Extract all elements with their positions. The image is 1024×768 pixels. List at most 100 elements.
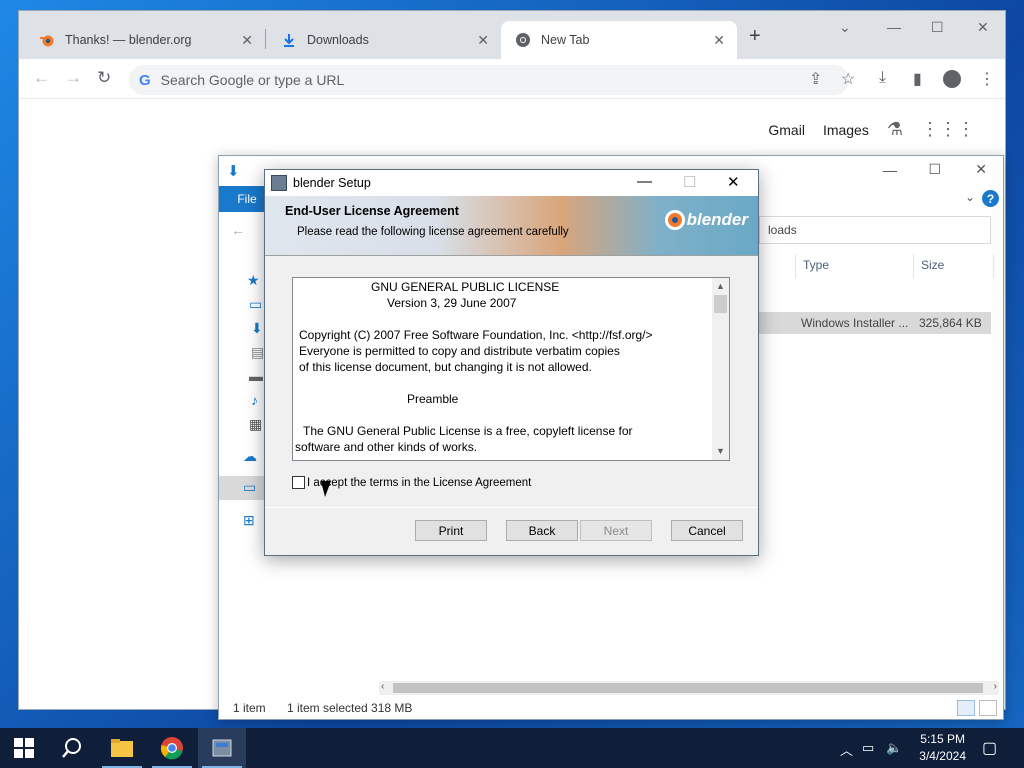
accept-terms-label[interactable]: I accept the terms in the License Agreem…	[307, 477, 531, 489]
search-icon	[62, 738, 81, 758]
back-arrow-icon[interactable]: ←	[231, 222, 245, 238]
desktop-folder-icon[interactable]: ▭	[249, 296, 262, 313]
images-link[interactable]: Images	[823, 122, 869, 138]
banner-heading: End-User License Agreement	[285, 204, 459, 218]
minimize-button[interactable]: —	[883, 162, 897, 178]
taskbar: ︿ ▭ 🔈 5:15 PM 3/4/2024 ▢	[0, 728, 1024, 768]
tab-strip: Thanks! — blender.org ✕ Downloads ✕ New …	[19, 11, 1005, 59]
close-window-button[interactable]: ✕	[975, 161, 987, 178]
column-divider[interactable]	[795, 254, 796, 278]
forward-arrow-icon[interactable]: →	[65, 68, 82, 88]
videos-folder-icon[interactable]: ▦	[249, 416, 262, 433]
music-folder-icon[interactable]: ♪	[251, 392, 258, 408]
horizontal-scrollbar[interactable]: ‹ ›	[379, 681, 999, 695]
this-pc-icon: ▭	[243, 479, 257, 495]
show-hidden-icons-icon[interactable]: ︿	[840, 740, 853, 759]
help-icon[interactable]: ?	[982, 190, 999, 207]
apps-grid-icon[interactable]: ⋮⋮⋮	[921, 119, 975, 140]
labs-flask-icon[interactable]: ⚗	[887, 119, 903, 140]
maximize-button[interactable]: ☐	[928, 161, 941, 178]
maximize-button[interactable]: ☐	[931, 19, 944, 36]
minimize-button[interactable]: —	[887, 19, 901, 35]
license-line: Version 3, 29 June 2007	[387, 296, 517, 310]
blender-setup-taskbar-button[interactable]	[198, 728, 246, 768]
chrome-taskbar-button[interactable]	[148, 728, 196, 768]
scrollbar-thumb[interactable]	[714, 295, 727, 313]
close-tab-icon[interactable]: ✕	[713, 32, 725, 49]
column-header-size[interactable]: Size	[921, 258, 944, 272]
installer-icon	[271, 175, 287, 191]
license-line: Preamble	[407, 392, 459, 406]
system-clock[interactable]: 5:15 PM 3/4/2024	[919, 731, 966, 765]
column-divider[interactable]	[913, 254, 914, 278]
item-count: 1 item	[233, 701, 266, 715]
blender-logo-icon	[664, 210, 685, 230]
tab-blender-thanks[interactable]: Thanks! — blender.org ✕	[25, 21, 265, 59]
scroll-left-icon[interactable]: ‹	[381, 681, 384, 692]
notifications-icon[interactable]: ▢	[982, 738, 997, 758]
bookmark-star-icon[interactable]: ☆	[841, 69, 855, 89]
new-tab-button[interactable]: +	[749, 25, 761, 48]
pictures-folder-icon[interactable]: ▬	[249, 368, 263, 384]
tab-divider	[265, 29, 266, 49]
next-button: Next	[580, 520, 652, 541]
menu-kebab-icon[interactable]: ⋮	[979, 69, 995, 89]
dialog-divider	[265, 507, 758, 508]
network-status-icon[interactable]: ▭	[862, 740, 874, 756]
download-icon	[281, 32, 297, 48]
close-window-button[interactable]: ✕	[977, 19, 989, 36]
omnibox[interactable]: G Search Google or type a URL	[129, 65, 849, 95]
quick-access-star-icon[interactable]: ★	[247, 272, 260, 289]
scroll-right-icon[interactable]: ›	[994, 681, 997, 692]
status-bar: 1 item 1 item selected 318 MB	[219, 697, 1003, 719]
clock-time: 5:15 PM	[920, 732, 965, 746]
scroll-down-icon[interactable]: ▼	[712, 443, 729, 460]
google-icon: G	[139, 71, 151, 89]
ntp-top-links: Gmail Images ⚗ ⋮⋮⋮	[750, 119, 975, 140]
clock-date: 3/4/2024	[919, 749, 966, 763]
column-divider[interactable]	[993, 254, 994, 278]
column-header-type[interactable]: Type	[803, 258, 829, 272]
license-text-box[interactable]: GNU GENERAL PUBLIC LICENSE Version 3, 29…	[292, 277, 730, 461]
network-icon[interactable]: ⊞	[243, 512, 255, 529]
profile-avatar-icon[interactable]	[943, 70, 961, 88]
folder-icon	[111, 739, 133, 757]
tab-new-tab[interactable]: New Tab ✕	[501, 21, 737, 59]
file-explorer-taskbar-button[interactable]	[98, 728, 146, 768]
details-view-icon[interactable]	[957, 700, 975, 716]
vertical-scrollbar[interactable]: ▲ ▼	[712, 278, 729, 460]
quick-access-down-icon: ⬇	[227, 163, 240, 180]
search-button[interactable]	[48, 728, 96, 768]
chevron-down-icon[interactable]: ⌄	[965, 190, 975, 204]
print-button[interactable]: Print	[415, 520, 487, 541]
onedrive-cloud-icon[interactable]: ☁	[243, 448, 257, 465]
close-dialog-button[interactable]: ✕	[727, 173, 740, 191]
close-tab-icon[interactable]: ✕	[477, 32, 489, 49]
gmail-link[interactable]: Gmail	[768, 122, 805, 138]
minimize-button[interactable]: —	[637, 173, 652, 190]
back-button[interactable]: Back	[506, 520, 578, 541]
share-icon[interactable]: ⇪	[809, 69, 822, 89]
file-type-cell: Windows Installer ...	[801, 316, 909, 330]
side-panel-icon[interactable]: ▮	[913, 69, 922, 89]
license-line: software and other kinds of works.	[295, 440, 478, 454]
close-tab-icon[interactable]: ✕	[241, 32, 253, 49]
scroll-up-icon[interactable]: ▲	[712, 278, 729, 295]
accept-terms-checkbox[interactable]	[292, 476, 305, 489]
scrollbar-thumb[interactable]	[393, 683, 983, 693]
maximize-button: ☐	[683, 174, 697, 191]
downloads-icon[interactable]: ⤓	[879, 69, 886, 87]
large-icons-view-icon[interactable]	[979, 700, 997, 716]
documents-folder-icon[interactable]: ▤	[251, 344, 264, 361]
start-button[interactable]	[0, 728, 48, 768]
cancel-button[interactable]: Cancel	[671, 520, 743, 541]
volume-muted-icon[interactable]: 🔈	[886, 740, 902, 756]
search-box[interactable]: loads	[759, 216, 991, 244]
table-row[interactable]: Windows Installer ... 325,864 KB	[759, 312, 991, 334]
downloads-folder-icon[interactable]: ⬇	[251, 320, 263, 337]
back-arrow-icon[interactable]: ←	[33, 68, 50, 88]
tab-title: Thanks! — blender.org	[65, 33, 192, 47]
tab-search-icon[interactable]: ⌄	[839, 19, 851, 36]
reload-icon[interactable]: ↻	[97, 68, 111, 88]
tab-downloads[interactable]: Downloads ✕	[267, 21, 501, 59]
